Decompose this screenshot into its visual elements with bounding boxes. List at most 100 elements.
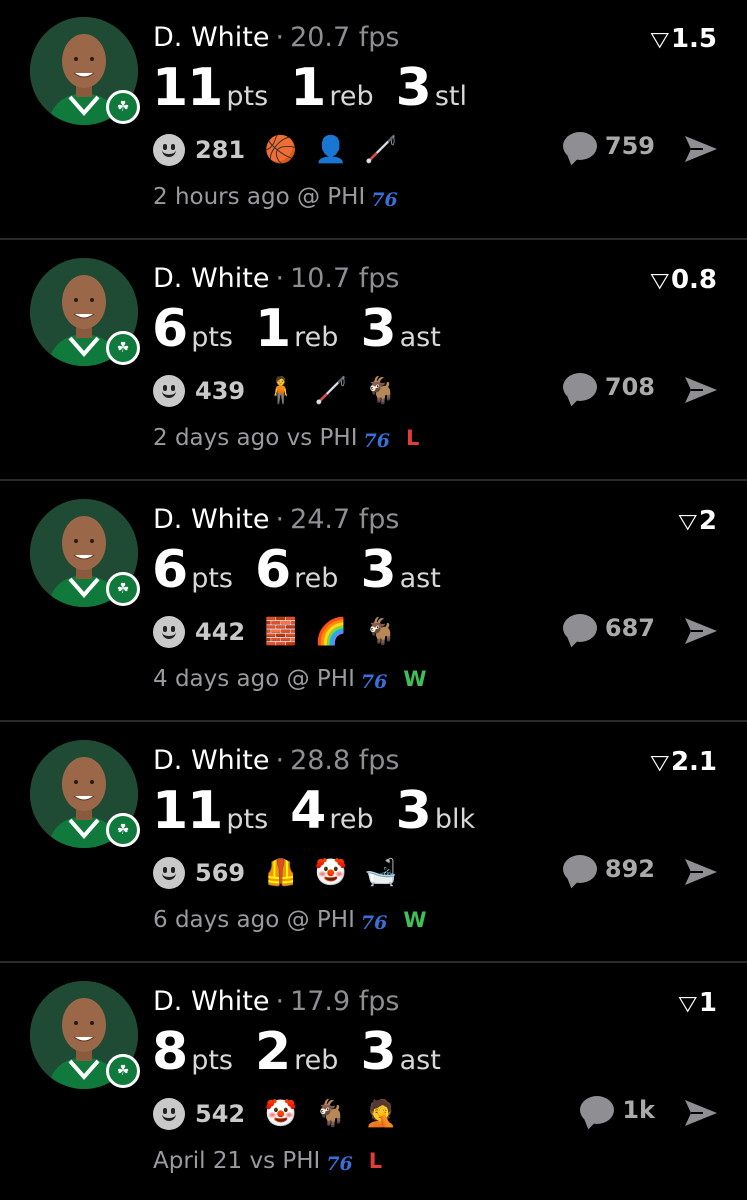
goat-icon[interactable]: 🐐 — [313, 1096, 349, 1132]
stat-value: 3 — [395, 58, 432, 118]
basketball-net-icon[interactable]: 🏀 — [263, 132, 299, 168]
comments-button[interactable]: 708 — [562, 373, 655, 401]
rating-value: 1 — [698, 988, 717, 1018]
player-name[interactable]: D. White — [153, 22, 269, 53]
stat-value: 11 — [152, 781, 223, 841]
rating[interactable]: ▽ 2.1 — [650, 747, 717, 777]
stat-pts: 11 pts — [152, 781, 268, 841]
face-icon[interactable]: 👤 — [313, 132, 349, 168]
stat-label: pts — [226, 804, 269, 835]
clown-icon[interactable]: 🤡 — [313, 855, 349, 891]
smiley-icon[interactable] — [153, 1098, 185, 1130]
brick-icon[interactable]: 🧱 — [263, 614, 299, 650]
comment-icon — [580, 1096, 615, 1124]
separator: · — [275, 22, 285, 53]
smiley-icon[interactable] — [153, 616, 185, 648]
player-name[interactable]: D. White — [153, 986, 269, 1017]
post-feed: ☘ D. White · 20.7 fps ▽ 1.5 11 pts 1 reb 3 stl … — [0, 0, 747, 1200]
share-icon[interactable] — [683, 1098, 719, 1128]
cane-icon[interactable]: 🦯 — [363, 132, 399, 168]
rating-icon: ▽ — [650, 750, 669, 774]
stat-stl: 3 stl — [396, 58, 467, 118]
rating[interactable]: ▽ 1.5 — [650, 24, 717, 54]
face-palm-icon[interactable]: 🤦 — [363, 1096, 399, 1132]
rating-icon: ▽ — [677, 509, 697, 533]
emoji-reactions: 🤡 🐐 🤦 — [263, 1096, 413, 1132]
post-card[interactable]: ☘ D. White · 24.7 fps ▽ 2 6 pts 6 reb 3 ast 442… — [0, 482, 747, 722]
share-icon[interactable] — [683, 375, 719, 405]
rating-value: 2.1 — [670, 747, 717, 777]
stat-value: 8 — [152, 1022, 188, 1082]
comments-button[interactable]: 759 — [562, 132, 655, 160]
separator: · — [275, 504, 285, 535]
stat-value: 1 — [290, 58, 326, 118]
smiley-icon[interactable] — [153, 134, 185, 166]
rating-value: 0.8 — [670, 265, 717, 295]
rating[interactable]: ▽ 2 — [677, 506, 717, 536]
post-card[interactable]: ☘ D. White · 10.7 fps ▽ 0.8 6 pts 1 reb 3 ast 4… — [0, 241, 747, 481]
stat-label: blk — [434, 804, 476, 835]
separator: · — [275, 986, 285, 1017]
game-meta: 4 days ago @ PHI 76 W — [153, 666, 427, 693]
stat-pts: 6 pts — [152, 540, 233, 600]
stat-pts: 8 pts — [152, 1022, 233, 1082]
post-card[interactable]: ☘ D. White · 28.8 fps ▽ 2.1 11 pts 4 reb 3 blk … — [0, 723, 747, 963]
person-icon[interactable]: 🧍 — [263, 373, 299, 409]
rating-icon: ▽ — [677, 991, 697, 1015]
stat-value: 6 — [254, 540, 291, 600]
comment-count: 687 — [604, 614, 655, 642]
goat-icon[interactable]: 🐐 — [363, 373, 399, 409]
comments-button[interactable]: 892 — [562, 855, 655, 883]
post-card[interactable]: ☘ D. White · 17.9 fps ▽ 1 8 pts 2 reb 3 ast 542… — [0, 964, 747, 1200]
goat-icon[interactable]: 🐐 — [363, 614, 399, 650]
reaction-count: 442 — [195, 618, 246, 646]
game-result: W — [403, 667, 427, 691]
sixers-logo-icon: 76 — [371, 189, 398, 211]
rating[interactable]: ▽ 1 — [677, 988, 717, 1018]
comments-button[interactable]: 1k — [580, 1096, 655, 1124]
share-icon[interactable] — [683, 134, 719, 164]
sixers-logo-icon: 76 — [326, 1153, 353, 1175]
share-icon[interactable] — [683, 616, 719, 646]
stat-ast: 3 ast — [360, 540, 440, 600]
rating-value: 1.5 — [670, 24, 717, 54]
game-meta: 6 days ago @ PHI 76 W — [153, 907, 427, 934]
rating-icon: ▽ — [650, 268, 669, 292]
comment-icon — [562, 614, 597, 642]
stat-value: 6 — [152, 540, 188, 600]
emoji-reactions: 🧍 🦯 🐐 — [263, 373, 413, 409]
smiley-icon[interactable] — [153, 857, 185, 889]
fantasy-points: 17.9 fps — [290, 986, 400, 1017]
smiley-icon[interactable] — [153, 375, 185, 407]
post-card[interactable]: ☘ D. White · 20.7 fps ▽ 1.5 11 pts 1 reb 3 stl … — [0, 0, 747, 240]
comment-count: 759 — [604, 132, 655, 160]
stat-reb: 1 reb — [255, 299, 338, 359]
comments-button[interactable]: 687 — [562, 614, 655, 642]
stat-label: reb — [294, 322, 339, 353]
stat-value: 6 — [152, 299, 188, 359]
player-name[interactable]: D. White — [153, 745, 269, 776]
share-icon[interactable] — [683, 857, 719, 887]
team-badge-icon: ☘ — [106, 1054, 140, 1088]
player-name[interactable]: D. White — [153, 263, 269, 294]
sixers-logo-icon: 76 — [360, 912, 388, 934]
stat-value: 2 — [254, 1022, 291, 1082]
fantasy-points: 24.7 fps — [290, 504, 400, 535]
rating[interactable]: ▽ 0.8 — [650, 265, 717, 295]
comment-icon — [562, 132, 597, 160]
vest-icon[interactable]: 🦺 — [263, 855, 299, 891]
emoji-reactions: 🧱 🌈 🐐 — [263, 614, 413, 650]
comment-count: 1k — [622, 1096, 655, 1124]
cane-icon[interactable]: 🦯 — [313, 373, 349, 409]
stat-label: pts — [226, 81, 269, 112]
stat-value: 3 — [360, 540, 396, 600]
player-name[interactable]: D. White — [153, 504, 269, 535]
stat-value: 11 — [152, 58, 223, 118]
clown-icon[interactable]: 🤡 — [263, 1096, 299, 1132]
rainbow-icon[interactable]: 🌈 — [313, 614, 349, 650]
stat-label: pts — [191, 563, 233, 594]
stat-label: reb — [294, 563, 339, 594]
bathtub-icon[interactable]: 🛁 — [363, 855, 399, 891]
stat-label: reb — [329, 81, 374, 112]
reaction-count: 569 — [195, 859, 246, 887]
